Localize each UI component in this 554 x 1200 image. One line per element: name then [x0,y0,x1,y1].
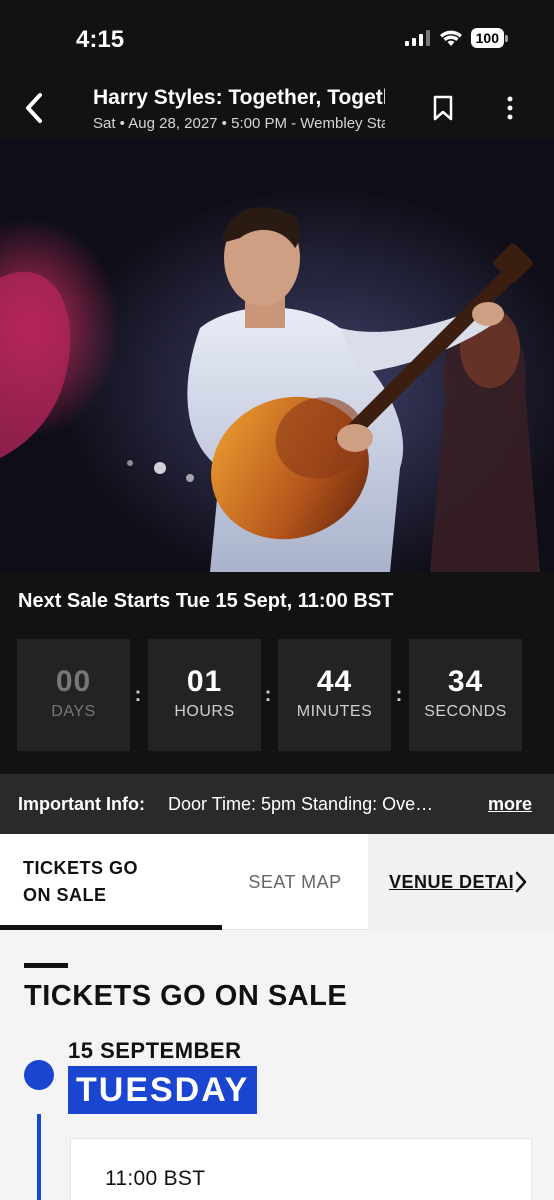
event-header: Harry Styles: Together, Together Sat • A… [0,80,554,138]
tab-seat-map-label: SEAT MAP [248,871,342,892]
important-info-bar: Important Info: Door Time: 5pm Standing:… [0,774,554,834]
important-info-label: Important Info: [18,794,145,814]
battery-tip [505,34,508,42]
cellular-signal-icon [404,30,430,46]
countdown-separator: : [264,684,272,706]
battery-indicator: 100 [470,28,508,48]
wifi-icon [439,30,462,46]
section-accent-bar [24,963,68,968]
countdown-days: 00 DAYS [17,639,130,751]
countdown-seconds-value: 34 [447,665,484,698]
countdown-separator: : [395,684,403,706]
countdown-hours-label: HOURS [174,703,235,720]
status-time: 4:15 [76,26,125,53]
status-bar: 4:15 100 [0,0,554,80]
countdown-minutes: 44 MINUTES [278,639,391,751]
chevron-left-icon [26,93,42,123]
countdown-hours-value: 01 [186,665,223,698]
event-hero-image [0,138,554,572]
tab-venue-details-label: VENUE DETAILS [389,871,513,892]
bookmark-button[interactable] [430,92,456,124]
sale-time: 11:00 BST [105,1167,206,1190]
chevron-right-icon[interactable] [514,870,528,894]
back-button[interactable] [18,88,50,128]
more-options-button[interactable] [498,92,522,124]
countdown-seconds-label: SECONDS [424,703,507,720]
tab-tickets-go-on-sale[interactable]: TICKETS GO ON SALE [0,834,222,930]
event-subtitle: Sat • Aug 28, 2027 • 5:00 PM - Wembley S… [93,115,385,132]
sale-time-card[interactable]: 11:00 BST [70,1138,532,1200]
countdown-hours: 01 HOURS [148,639,261,751]
important-info-more-link[interactable]: more [488,794,532,815]
countdown-timer: 00 DAYS : 01 HOURS : 44 MINUTES : 34 SEC… [17,639,523,751]
tab-venue-details[interactable]: VENUE DETAILS [368,834,554,930]
performer-on-stage-image [0,138,554,572]
sale-day-badge: TUESDAY [68,1066,258,1114]
dark-header-region: 4:15 100 Harry Styles: Together, Togethe… [0,0,554,834]
important-info-text: Door Time: 5pm Standing: Ove… [168,794,434,814]
countdown-minutes-label: MINUTES [296,703,373,720]
countdown-separator: : [134,684,142,706]
event-tabs: TICKETS GO ON SALE SEAT MAP VENUE DETAIL… [0,834,554,930]
next-sale-text: Next Sale Starts Tue 15 Sept, 11:00 BST [18,590,394,612]
status-icons: 100 [404,28,508,48]
timeline-line [37,1114,41,1200]
tab-tickets-label-line2: ON SALE [23,885,107,905]
tab-tickets-label-line1: TICKETS GO [23,858,139,878]
countdown-days-label: DAYS [51,703,96,720]
bookmark-icon [433,95,453,121]
vertical-dots-icon [507,96,513,120]
countdown-minutes-value: 44 [316,665,353,698]
countdown-days-value: 00 [55,665,92,698]
countdown-seconds: 34 SECONDS [409,639,522,751]
battery-level: 100 [470,28,504,48]
event-title: Harry Styles: Together, Together [93,86,385,109]
tab-seat-map[interactable]: SEAT MAP [222,834,368,930]
sale-date: 15 SEPTEMBER [68,1038,242,1063]
section-title: TICKETS GO ON SALE [24,980,348,1012]
timeline-dot [24,1060,54,1090]
